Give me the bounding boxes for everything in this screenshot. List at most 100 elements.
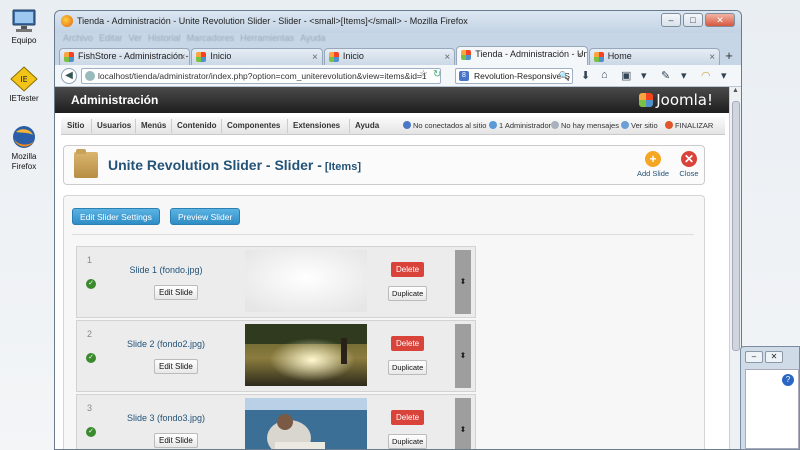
menu-ayuda[interactable]: Ayuda: [355, 121, 379, 130]
tab-label: Inicio: [210, 51, 232, 61]
edit-slider-settings-button[interactable]: Edit Slider Settings: [72, 208, 160, 225]
view-site-icon: [621, 121, 629, 129]
downloads-icon[interactable]: ⬇: [581, 69, 590, 82]
status-admins-text: 1 Administrador: [499, 121, 552, 130]
delete-slide-button[interactable]: Delete: [391, 262, 425, 277]
delete-slide-button[interactable]: Delete: [391, 410, 425, 425]
browser-tab-active[interactable]: Tienda - Administración - Unit... ×: [456, 46, 588, 65]
tab-close-icon[interactable]: ×: [180, 50, 186, 65]
tab-close-icon[interactable]: ×: [709, 50, 715, 65]
joomla-favicon-icon: [593, 52, 604, 62]
bookmark-star-icon[interactable]: ☆: [419, 69, 428, 80]
addon-menu-icon[interactable]: ▾: [681, 69, 687, 82]
desktop-icon-ietester[interactable]: IE IETester: [4, 66, 44, 104]
drag-handle-icon[interactable]: ⬍: [455, 250, 471, 314]
close-button[interactable]: ✕ Close: [672, 151, 706, 178]
home-icon[interactable]: ⌂: [601, 69, 608, 81]
edit-slide-button[interactable]: Edit Slide: [154, 433, 198, 448]
joomla-favicon-icon: [328, 52, 339, 62]
status-not-connected: No conectados al sitio: [403, 121, 486, 130]
published-check-icon[interactable]: ✓: [86, 427, 96, 437]
menu-item[interactable]: Marcadores: [187, 33, 235, 45]
duplicate-slide-button[interactable]: Duplicate: [388, 360, 428, 375]
desktop-icon-computer[interactable]: Equipo: [4, 8, 44, 46]
status-not-connected-text: No conectados al sitio: [413, 121, 487, 130]
menu-item[interactable]: Ayuda: [300, 33, 325, 45]
back-button[interactable]: ◀: [61, 68, 77, 84]
tab-close-icon[interactable]: ×: [577, 48, 583, 63]
tab-close-icon[interactable]: ×: [444, 50, 450, 65]
view-site-link[interactable]: Ver sitio: [621, 121, 658, 130]
menu-item[interactable]: Archivo: [63, 33, 93, 45]
browser-tab[interactable]: FishStore - Administración - U... ×: [59, 48, 191, 65]
tab-label: Tienda - Administración - Unit...: [475, 49, 586, 59]
published-check-icon[interactable]: ✓: [86, 279, 96, 289]
admin-title: Administración: [71, 93, 159, 107]
color-picker-icon[interactable]: ✎: [661, 69, 670, 82]
menu-componentes[interactable]: Componentes: [227, 121, 280, 130]
slide-title[interactable]: Slide 2 (fondo2.jpg): [111, 339, 221, 349]
slide-thumbnail-image[interactable]: [245, 250, 367, 312]
menu-dropdown-icon[interactable]: ▾: [721, 69, 727, 82]
window-controls: ‒ □ ✕: [661, 13, 735, 27]
edit-slide-button[interactable]: Edit Slide: [154, 359, 198, 374]
menu-sitio[interactable]: Sitio: [67, 121, 84, 130]
browser-tab[interactable]: Inicio ×: [323, 48, 456, 65]
status-admins: 1 Administrador: [489, 121, 551, 130]
computer-icon: [12, 9, 36, 32]
url-bar[interactable]: localhost/tienda/administrator/index.php…: [81, 68, 441, 84]
slide-thumbnail-image[interactable]: [245, 398, 367, 450]
view-site-text: Ver sitio: [631, 121, 658, 130]
edit-slide-button[interactable]: Edit Slide: [154, 285, 198, 300]
close-window-button[interactable]: ✕: [705, 13, 735, 27]
search-bar[interactable]: 8 Revolution-Responsive-S 🔍: [455, 68, 573, 84]
screenshot-icon[interactable]: ▣: [621, 69, 631, 82]
add-slide-label: Add Slide: [636, 169, 670, 178]
menu-contenido[interactable]: Contenido: [177, 121, 217, 130]
search-engine-icon[interactable]: 8: [459, 71, 469, 81]
browser-tab[interactable]: Home ×: [588, 48, 721, 65]
status-messages-text: No hay mensajes: [561, 121, 619, 130]
drag-handle-icon[interactable]: ⬍: [455, 398, 471, 449]
persona-icon[interactable]: ◠: [701, 69, 711, 82]
menu-item[interactable]: Editar: [99, 33, 123, 45]
menu-usuarios[interactable]: Usuarios: [97, 121, 131, 130]
addon-icon[interactable]: ▾: [641, 69, 647, 82]
minimize-button[interactable]: ‒: [661, 13, 681, 27]
desktop-icon-firefox[interactable]: Mozilla Firefox: [4, 124, 44, 172]
menu-menus[interactable]: Menús: [141, 121, 166, 130]
menu-item[interactable]: Historial: [148, 33, 181, 45]
slide-thumbnail-image[interactable]: [245, 324, 367, 386]
drag-handle-icon[interactable]: ⬍: [455, 324, 471, 388]
published-check-icon[interactable]: ✓: [86, 353, 96, 363]
preview-slider-button[interactable]: Preview Slider: [170, 208, 241, 225]
duplicate-slide-button[interactable]: Duplicate: [388, 434, 428, 449]
help-icon[interactable]: ?: [782, 374, 794, 386]
maximize-button[interactable]: □: [683, 13, 703, 27]
menu-item[interactable]: Herramientas: [240, 33, 294, 45]
browser-tab[interactable]: Inicio ×: [191, 48, 323, 65]
status-messages[interactable]: No hay mensajes: [551, 121, 619, 130]
firefox-icon: [13, 126, 35, 148]
reload-icon[interactable]: ↻: [433, 69, 441, 80]
scroll-thumb[interactable]: [732, 101, 740, 351]
new-tab-button[interactable]: +: [721, 49, 737, 65]
title-bar[interactable]: Tienda - Administración - Unite Revoluti…: [55, 11, 741, 33]
background-window[interactable]: ‒ ✕ ?: [740, 346, 800, 450]
slide-title[interactable]: Slide 1 (fondo.jpg): [111, 265, 221, 275]
joomla-logo: Joomla!: [639, 91, 713, 109]
scroll-up-icon[interactable]: ▲: [730, 87, 741, 99]
add-slide-button[interactable]: + Add Slide: [636, 151, 670, 178]
duplicate-slide-button[interactable]: Duplicate: [388, 286, 428, 301]
logout-link[interactable]: FINALIZAR: [665, 121, 713, 130]
minimize-button[interactable]: ‒: [745, 351, 763, 363]
menu-item[interactable]: Ver: [129, 33, 143, 45]
slide-title[interactable]: Slide 3 (fondo3.jpg): [111, 413, 221, 423]
delete-slide-button[interactable]: Delete: [391, 336, 425, 351]
tab-close-icon[interactable]: ×: [312, 50, 318, 65]
close-window-button[interactable]: ✕: [765, 351, 783, 363]
divider: [72, 234, 694, 235]
close-label: Close: [679, 169, 699, 178]
search-icon[interactable]: 🔍: [559, 69, 570, 83]
menu-extensiones[interactable]: Extensiones: [293, 121, 340, 130]
